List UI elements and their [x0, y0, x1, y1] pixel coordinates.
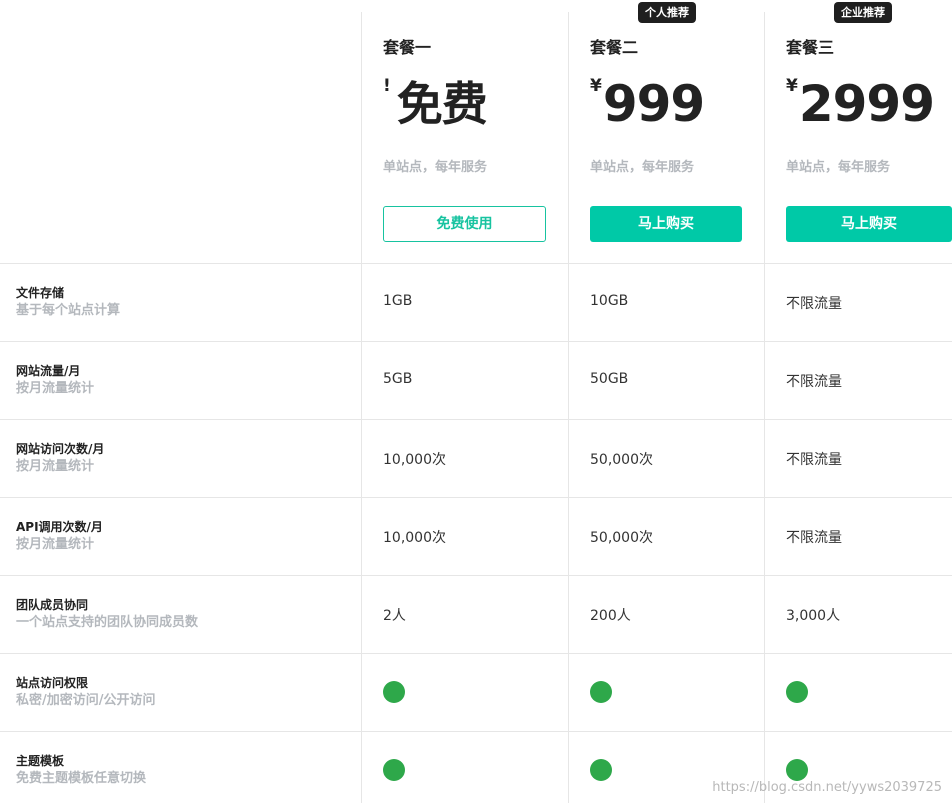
feature-desc: 按月流量统计: [16, 381, 95, 396]
plan-name: 套餐二: [590, 38, 639, 57]
row-divider: [0, 731, 952, 732]
feature-desc: 一个站点支持的团队协同成员数: [16, 615, 199, 630]
feature-title: API调用次数/月: [16, 520, 103, 534]
feature-value: 10GB: [590, 293, 629, 309]
plan-column-2: 个人推荐 套餐二 ¥999 单站点，每年服务 马上购买: [590, 0, 750, 263]
feature-value: 不限流量: [786, 296, 842, 312]
check-dot-icon: [590, 681, 612, 703]
row-divider: [0, 653, 952, 654]
buy-now-button[interactable]: 马上购买: [786, 206, 952, 242]
feature-title: 站点访问权限: [16, 676, 89, 690]
feature-value: 不限流量: [786, 374, 842, 390]
feature-value: 1GB: [383, 293, 413, 309]
check-dot-icon: [383, 759, 405, 781]
check-dot-icon: [383, 681, 405, 703]
feature-label: 站点访问权限 私密/加密访问/公开访问: [16, 674, 346, 710]
feature-label: API调用次数/月 按月流量统计: [16, 518, 346, 554]
recommend-badge: 个人推荐: [638, 2, 696, 23]
feature-desc: 按月流量统计: [16, 537, 95, 552]
currency-symbol: ¥: [590, 76, 602, 96]
plan-column-1: 套餐一 ! 免费 单站点，每年服务 免费使用: [383, 0, 553, 263]
price-prefix: !: [383, 76, 391, 96]
plan-price: ! 免费: [383, 74, 488, 134]
plan-price: ¥2999: [786, 74, 935, 134]
feature-desc: 私密/加密访问/公开访问: [16, 693, 156, 708]
plan-subtitle: 单站点，每年服务: [590, 160, 695, 175]
feature-desc: 基于每个站点计算: [16, 303, 121, 318]
plan-name: 套餐一: [383, 38, 432, 57]
price-amount: 999: [602, 75, 705, 133]
free-use-button[interactable]: 免费使用: [383, 206, 546, 242]
feature-value: 3,000人: [786, 608, 841, 624]
row-divider: [0, 575, 952, 576]
feature-value: 不限流量: [786, 452, 842, 468]
pricing-table: 套餐一 ! 免费 单站点，每年服务 免费使用 个人推荐 套餐二 ¥999 单站点，…: [0, 0, 952, 803]
price-amount: 2999: [798, 75, 935, 133]
feature-title: 主题模板: [16, 754, 65, 768]
feature-value: 10,000次: [383, 452, 446, 468]
feature-title: 文件存储: [16, 286, 65, 300]
feature-label: 网站访问次数/月 按月流量统计: [16, 440, 346, 476]
check-dot-icon: [590, 759, 612, 781]
feature-value: 2人: [383, 608, 406, 624]
feature-value: 50,000次: [590, 530, 653, 546]
feature-desc: 免费主题模板任意切换: [16, 771, 147, 786]
plan-subtitle: 单站点，每年服务: [383, 160, 488, 175]
column-divider: [568, 12, 569, 803]
column-divider: [764, 12, 765, 803]
watermark: https://blog.csdn.net/yyws2039725: [712, 780, 942, 795]
recommend-badge: 企业推荐: [834, 2, 892, 23]
row-divider: [0, 419, 952, 420]
buy-now-button[interactable]: 马上购买: [590, 206, 742, 242]
feature-label: 网站流量/月 按月流量统计: [16, 362, 346, 398]
feature-title: 网站流量/月: [16, 364, 81, 378]
feature-title: 网站访问次数/月: [16, 442, 105, 456]
currency-symbol: ¥: [786, 76, 798, 96]
row-divider: [0, 263, 952, 264]
feature-value: 200人: [590, 608, 631, 624]
plan-column-3: 企业推荐 套餐三 ¥2999 单站点，每年服务 马上购买: [786, 0, 952, 263]
feature-value: 5GB: [383, 371, 413, 387]
feature-value: 不限流量: [786, 530, 842, 546]
feature-label: 主题模板 免费主题模板任意切换: [16, 752, 346, 788]
price-amount: 免费: [396, 77, 488, 131]
row-divider: [0, 497, 952, 498]
feature-value: 50,000次: [590, 452, 653, 468]
feature-value: 50GB: [590, 371, 629, 387]
feature-title: 团队成员协同: [16, 598, 89, 612]
feature-desc: 按月流量统计: [16, 459, 95, 474]
column-divider: [361, 12, 362, 803]
feature-label: 团队成员协同 一个站点支持的团队协同成员数: [16, 596, 346, 632]
feature-label: 文件存储 基于每个站点计算: [16, 284, 346, 320]
check-dot-icon: [786, 759, 808, 781]
plan-subtitle: 单站点，每年服务: [786, 160, 891, 175]
plan-price: ¥999: [590, 74, 705, 134]
feature-value: 10,000次: [383, 530, 446, 546]
row-divider: [0, 341, 952, 342]
plan-name: 套餐三: [786, 38, 835, 57]
check-dot-icon: [786, 681, 808, 703]
